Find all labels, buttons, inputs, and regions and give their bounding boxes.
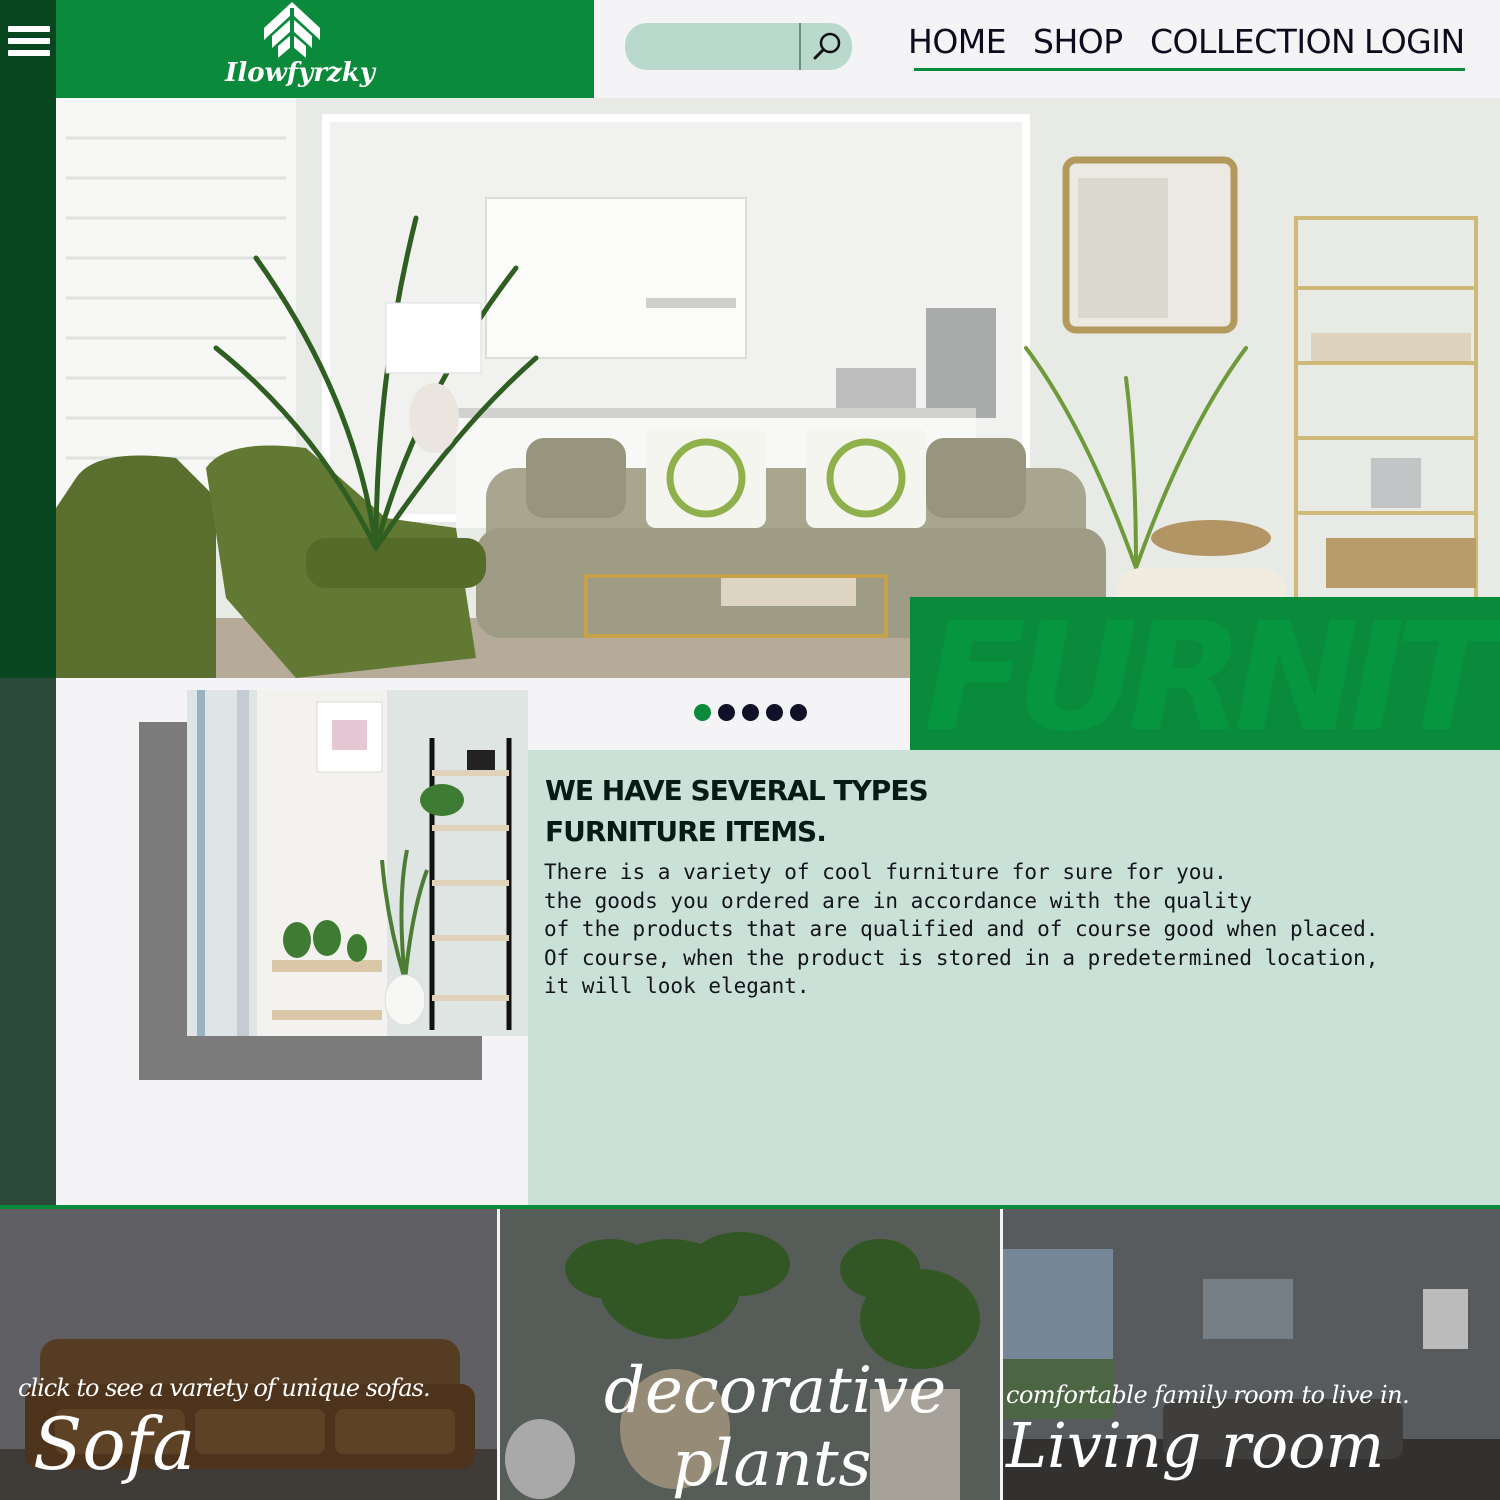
carousel-dot[interactable]	[718, 704, 735, 721]
sofa-title: Sofa	[33, 1402, 196, 1486]
sofa-subtitle: click to see a variety of unique sofas.	[18, 1374, 431, 1402]
plants-title-line-1: decorative	[604, 1354, 947, 1428]
menu-icon[interactable]	[8, 26, 50, 66]
carousel-dot[interactable]	[742, 704, 759, 721]
nav-login[interactable]: LOGIN	[1364, 22, 1465, 61]
nav-home[interactable]: HOME	[908, 22, 1007, 61]
category-card-living-room[interactable]: comfortable family room to live in. Livi…	[1003, 1209, 1500, 1500]
search-icon	[813, 32, 841, 60]
category-card-sofa[interactable]: click to see a variety of unique sofas. …	[0, 1209, 497, 1500]
intro-body: There is a variety of cool furniture for…	[544, 860, 1379, 999]
furniture-banner: FURNIT	[910, 597, 1500, 756]
banner-text: FURNIT	[924, 597, 1497, 756]
living-room-subtitle: comfortable family room to live in.	[1006, 1381, 1410, 1409]
left-sidebar-lower	[0, 678, 56, 1206]
search-input[interactable]	[625, 23, 800, 70]
nav-shop[interactable]: SHOP	[1033, 22, 1123, 61]
house-arrow-logo-icon	[264, 2, 320, 58]
category-card-plants[interactable]: decorative plants	[500, 1209, 1000, 1500]
living-room-title: Living room	[1006, 1409, 1385, 1482]
headline-line-2: FURNITURE ITEMS.	[545, 815, 827, 848]
left-sidebar	[0, 0, 56, 678]
nav-underline	[914, 68, 1465, 71]
brand-name: Ilowfyrzky	[225, 58, 375, 88]
nav-collection[interactable]: COLLECTION	[1150, 22, 1356, 61]
hero-living-room-image	[56, 98, 1500, 678]
shelf-room-photo	[187, 690, 528, 1036]
intro-headline: WE HAVE SEVERAL TYPES FURNITURE ITEMS.	[545, 770, 1245, 852]
carousel-dot[interactable]	[766, 704, 783, 721]
carousel-dot[interactable]	[790, 704, 807, 721]
headline-line-1: WE HAVE SEVERAL TYPES	[545, 774, 929, 807]
carousel-dot[interactable]	[694, 704, 711, 721]
plants-title-line-2: plants	[672, 1427, 872, 1500]
search-button[interactable]	[799, 23, 852, 70]
